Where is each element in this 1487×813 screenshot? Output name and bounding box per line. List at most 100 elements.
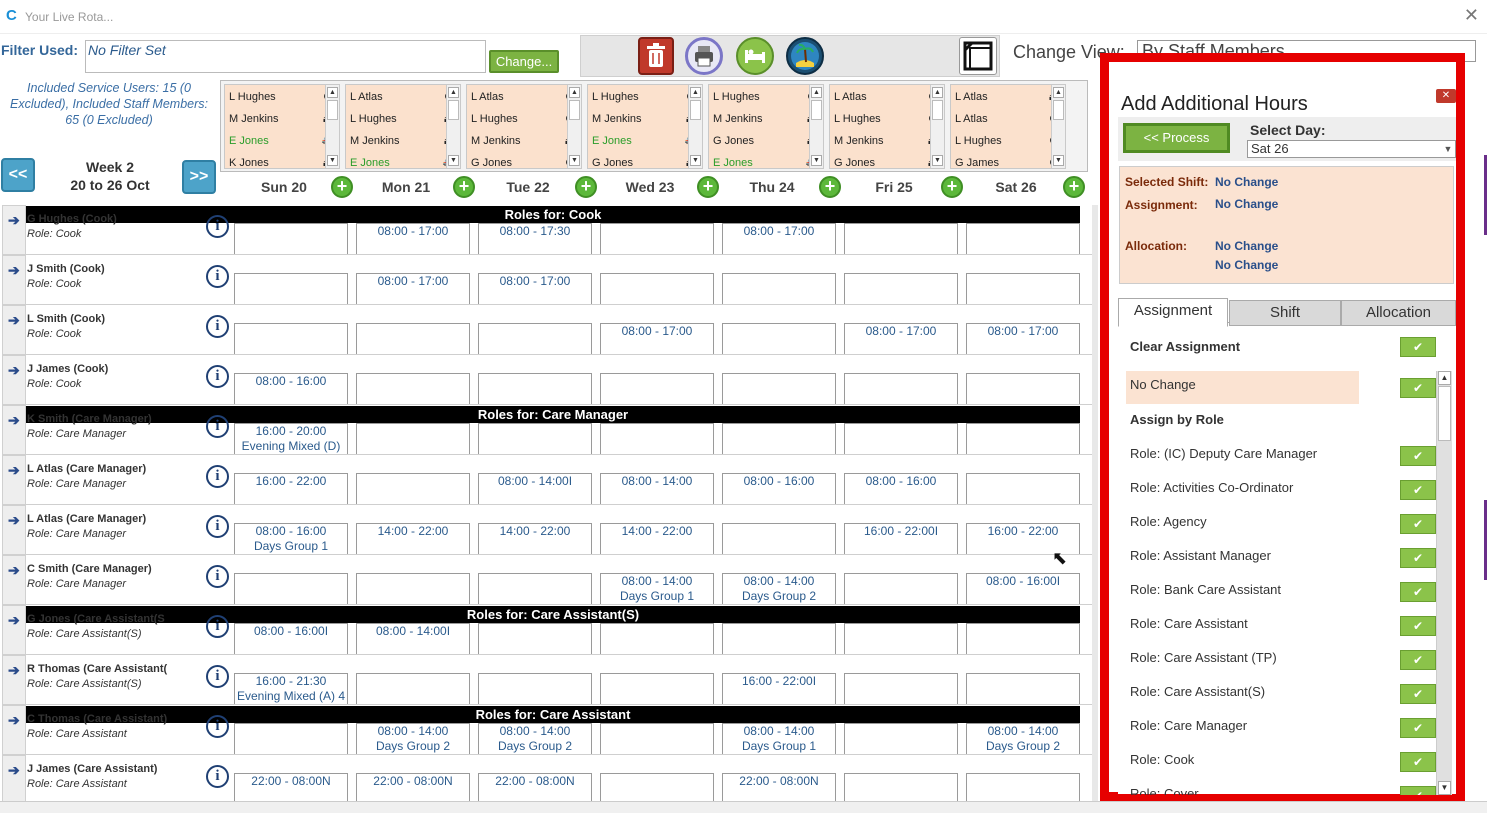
shift-cell[interactable] <box>966 223 1080 255</box>
shift-cell[interactable] <box>966 623 1080 655</box>
service-user-row[interactable]: M Jenkins⏏ <box>592 108 697 130</box>
assignment-option[interactable]: No Change ✔ <box>1126 371 1436 404</box>
assignment-option[interactable]: Role: Cook ✔ <box>1126 747 1436 772</box>
shift-cell[interactable] <box>600 223 714 255</box>
scroll-up-icon[interactable]: ▲ <box>327 87 338 98</box>
shift-cell[interactable]: 16:00 - 21:30 Evening Mixed (A) 4 <box>234 673 348 705</box>
service-user-row[interactable]: L Hughes⊘ <box>471 108 575 130</box>
grid-scrollbar[interactable] <box>1092 205 1098 801</box>
service-user-row[interactable]: L Hughes⊘ <box>592 86 696 108</box>
process-button[interactable]: << Process <box>1123 123 1230 153</box>
assignment-option[interactable]: Role: Care Assistant(S) ✔ <box>1126 679 1436 704</box>
add-shift-plus-icon[interactable]: + <box>453 176 475 198</box>
service-user-row[interactable]: L Atlas⏏ <box>955 86 1060 108</box>
shift-cell[interactable]: 16:00 - 22:00I <box>722 673 836 705</box>
service-user-row[interactable]: G Jones⏏ <box>713 130 818 152</box>
shift-cell[interactable] <box>722 323 836 355</box>
info-icon[interactable]: i <box>206 365 229 388</box>
shift-cell[interactable]: 08:00 - 16:00 <box>722 473 836 505</box>
service-user-scrollbar[interactable]: ▲ ▼ <box>930 85 944 168</box>
service-user-scrollbar[interactable]: ▲ ▼ <box>567 85 581 168</box>
shift-cell[interactable] <box>966 373 1080 405</box>
shift-cell[interactable]: 08:00 - 16:00I <box>234 623 348 655</box>
shift-cell[interactable] <box>966 273 1080 305</box>
service-user-row[interactable]: M Jenkins⏏ <box>229 108 334 130</box>
row-select-cell[interactable]: ➔ <box>2 755 26 805</box>
scroll-up-icon[interactable]: ▲ <box>811 87 822 98</box>
info-icon[interactable]: i <box>206 715 229 738</box>
service-user-row[interactable]: K Jones⏏ <box>229 152 334 174</box>
shift-cell[interactable] <box>478 573 592 605</box>
change-filter-button[interactable]: Change... <box>489 50 559 73</box>
filter-value-field[interactable]: No Filter Set <box>85 40 486 73</box>
check-icon[interactable]: ✔ <box>1400 446 1436 466</box>
info-icon[interactable]: i <box>206 565 229 588</box>
shift-cell[interactable]: 08:00 - 17:00 <box>722 223 836 255</box>
shift-cell[interactable]: 08:00 - 14:00I <box>478 473 592 505</box>
assignment-option[interactable]: Assign by Role <box>1126 407 1426 431</box>
row-select-cell[interactable]: ➔ <box>2 255 26 305</box>
check-icon[interactable]: ✔ <box>1400 684 1436 704</box>
add-shift-plus-icon[interactable]: + <box>819 176 841 198</box>
shift-cell[interactable] <box>600 273 714 305</box>
scroll-down-icon[interactable]: ▼ <box>327 155 338 166</box>
shift-cell[interactable] <box>844 273 958 305</box>
tab-shift[interactable]: Shift <box>1229 300 1341 326</box>
shift-cell[interactable] <box>478 623 592 655</box>
scroll-thumb[interactable] <box>1053 100 1064 120</box>
chevron-down-icon[interactable]: ▼ <box>1442 142 1454 156</box>
info-icon[interactable]: i <box>206 465 229 488</box>
scroll-thumb[interactable] <box>569 100 580 120</box>
prev-week-button[interactable]: << <box>1 158 35 192</box>
service-user-row[interactable]: G Jones⊘ <box>471 152 575 174</box>
shift-cell[interactable] <box>966 473 1080 505</box>
check-icon[interactable]: ✔ <box>1400 514 1436 534</box>
row-select-cell[interactable]: ➔ <box>2 305 26 355</box>
scroll-up-icon[interactable]: ▲ <box>569 87 580 98</box>
service-user-scrollbar[interactable]: ▲ ▼ <box>446 85 460 168</box>
service-user-row[interactable]: M Jenkins⏏ <box>471 130 576 152</box>
assignment-option[interactable]: Role: Agency ✔ <box>1126 509 1436 534</box>
info-icon[interactable]: i <box>206 515 229 538</box>
shift-cell[interactable]: 08:00 - 17:00 <box>844 323 958 355</box>
shift-cell[interactable] <box>356 423 470 455</box>
assignment-option[interactable]: Role: Bank Care Assistant ✔ <box>1126 577 1436 602</box>
row-select-cell[interactable]: ➔ <box>2 555 26 605</box>
check-icon[interactable]: ✔ <box>1400 718 1436 738</box>
scroll-thumb[interactable] <box>932 100 943 120</box>
shift-cell[interactable]: 08:00 - 16:00I <box>966 573 1080 605</box>
shift-cell[interactable]: 08:00 - 14:00I <box>356 623 470 655</box>
service-user-scrollbar[interactable]: ▲ ▼ <box>325 85 339 168</box>
service-user-row[interactable]: L Atlas⊘ <box>471 86 575 108</box>
service-user-row[interactable]: L Hughes⊘ <box>229 86 333 108</box>
service-user-row[interactable]: M Jenkins⏏ <box>350 130 455 152</box>
service-user-row[interactable]: M Jenkins⏏ <box>713 108 818 130</box>
shift-cell[interactable] <box>234 273 348 305</box>
shift-cell[interactable]: 08:00 - 14:00 Days Group 2 <box>356 723 470 755</box>
service-user-row[interactable]: L Atlas⊘ <box>350 86 454 108</box>
shift-cell[interactable]: 14:00 - 22:00 <box>356 523 470 555</box>
service-user-row[interactable]: L Hughes⏏ <box>350 108 455 130</box>
scroll-up-icon[interactable]: ▲ <box>1438 371 1451 385</box>
check-icon[interactable]: ✔ <box>1400 786 1436 795</box>
scroll-thumb[interactable] <box>1438 386 1451 441</box>
shift-cell[interactable]: 16:00 - 20:00 Evening Mixed (D) <box>234 423 348 455</box>
beach-icon[interactable] <box>786 37 824 75</box>
check-icon[interactable]: ✔ <box>1400 752 1436 772</box>
shift-cell[interactable]: 08:00 - 14:00 Days Group 1 <box>600 573 714 605</box>
assignment-option[interactable]: Role: Care Assistant ✔ <box>1126 611 1436 636</box>
shift-cell[interactable] <box>600 373 714 405</box>
row-select-cell[interactable]: ➔ <box>2 205 26 255</box>
check-icon[interactable]: ✔ <box>1400 582 1436 602</box>
row-select-cell[interactable]: ➔ <box>2 455 26 505</box>
service-user-row[interactable]: L Hughes⊘ <box>713 86 817 108</box>
shift-cell[interactable] <box>722 273 836 305</box>
shift-cell[interactable] <box>722 373 836 405</box>
select-day-dropdown[interactable]: Sat 26 ▼ <box>1247 140 1456 158</box>
row-select-cell[interactable]: ➔ <box>2 355 26 405</box>
shift-cell[interactable]: 08:00 - 14:00 Days Group 2 <box>966 723 1080 755</box>
tab-allocation[interactable]: Allocation <box>1341 300 1456 326</box>
shift-cell[interactable] <box>356 673 470 705</box>
shift-cell[interactable] <box>600 423 714 455</box>
shift-cell[interactable]: 16:00 - 22:00I <box>844 523 958 555</box>
